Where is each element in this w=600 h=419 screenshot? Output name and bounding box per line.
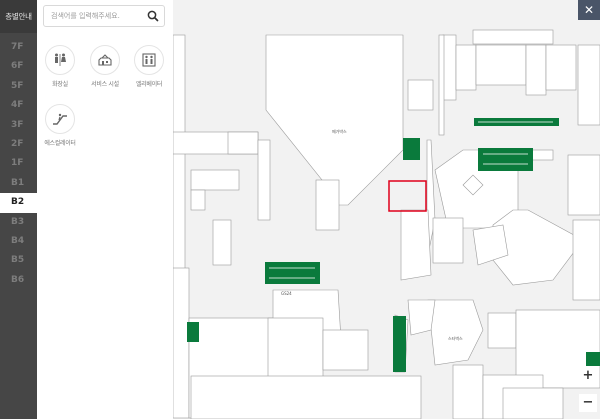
service-facility-icon xyxy=(90,45,120,75)
search-icon[interactable] xyxy=(145,8,161,24)
map-label-megabox: 메가박스 xyxy=(332,128,347,134)
floor-item-b2[interactable]: B2 xyxy=(0,193,37,213)
escalator-icon xyxy=(45,104,75,134)
floor-rail: 층별안내 7F 6F 5F 4F 3F 2F 1F B1 B2 B3 B4 B5… xyxy=(0,0,37,419)
floor-item-7f[interactable]: 7F xyxy=(0,38,37,57)
floor-item-5f[interactable]: 5F xyxy=(0,77,37,96)
restroom-icon xyxy=(45,45,75,75)
search-panel: 화장실 서비스 시설 엘리베이터 에스컬레이터 xyxy=(37,0,174,419)
floor-item-b5[interactable]: B5 xyxy=(0,251,37,270)
facility-label: 엘리베이터 xyxy=(135,81,163,88)
map-label-starbucks: 스타벅스 xyxy=(448,335,463,341)
floor-item-6f[interactable]: 6F xyxy=(0,57,37,76)
floor-list: 7F 6F 5F 4F 3F 2F 1F B1 B2 B3 B4 B5 B6 xyxy=(0,38,37,290)
floor-map[interactable]: 메가박스 GS24 스타벅스 ✕ + − xyxy=(173,0,600,419)
floor-guide-title: 층별안내 xyxy=(0,0,37,33)
facility-service[interactable]: 서비스 시설 xyxy=(85,45,125,88)
facility-elevator[interactable]: 엘리베이터 xyxy=(129,45,169,88)
floor-item-b6[interactable]: B6 xyxy=(0,271,37,290)
floor-item-b4[interactable]: B4 xyxy=(0,232,37,251)
floor-map-drawing: 메가박스 GS24 스타벅스 xyxy=(173,29,600,419)
floor-item-1f[interactable]: 1F xyxy=(0,154,37,173)
map-label-gs: GS24 xyxy=(281,291,292,296)
floor-item-b3[interactable]: B3 xyxy=(0,213,37,232)
facility-label: 서비스 시설 xyxy=(91,81,119,88)
facility-label: 에스컬레이터 xyxy=(44,140,76,147)
floor-item-4f[interactable]: 4F xyxy=(0,96,37,115)
facility-restroom[interactable]: 화장실 xyxy=(40,45,80,88)
facility-label: 화장실 xyxy=(52,81,68,88)
zoom-out-button[interactable]: − xyxy=(579,394,597,412)
elevator-icon xyxy=(134,45,164,75)
floor-item-3f[interactable]: 3F xyxy=(0,116,37,135)
close-icon[interactable]: ✕ xyxy=(578,0,600,20)
floor-item-b1[interactable]: B1 xyxy=(0,174,37,193)
facility-escalator[interactable]: 에스컬레이터 xyxy=(40,104,80,147)
zoom-in-button[interactable]: + xyxy=(579,367,597,385)
search-input[interactable] xyxy=(51,9,145,23)
search-box xyxy=(43,5,165,27)
floor-item-2f[interactable]: 2F xyxy=(0,135,37,154)
